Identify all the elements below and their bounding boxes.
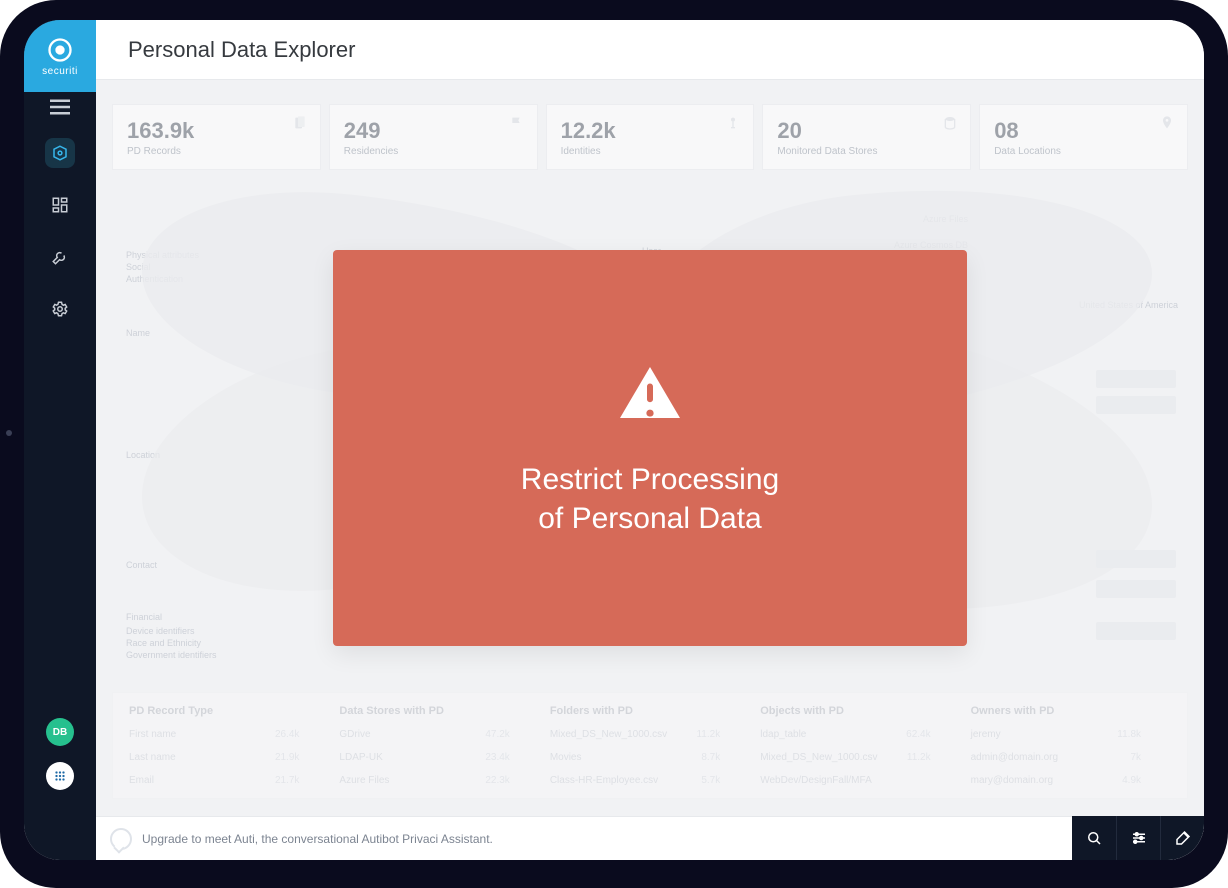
brand-name: securiti [42, 66, 78, 77]
table-row[interactable]: Last name21.9k LDAP-UK23.4k Movies8.7k M… [129, 752, 1171, 763]
page-title: Personal Data Explorer [128, 37, 355, 63]
user-avatar[interactable]: DB [46, 718, 74, 746]
chat-icon[interactable] [110, 828, 132, 850]
kpi-data-stores[interactable]: 20 Monitored Data Stores [762, 104, 971, 170]
database-icon [942, 115, 958, 136]
warning-icon [614, 358, 686, 435]
filters-button[interactable] [1116, 816, 1160, 860]
titlebar: Personal Data Explorer [96, 20, 1204, 80]
records-icon [292, 115, 308, 136]
kpi-data-locations[interactable]: 08 Data Locations [979, 104, 1188, 170]
kpi-identities[interactable]: 12.2k Identities [546, 104, 755, 170]
table-row[interactable]: First name26.4k GDrive47.2k Mixed_DS_New… [129, 729, 1171, 740]
nav-dashboard-icon[interactable] [45, 190, 75, 220]
modal-title: Restrict Processing of Personal Data [521, 461, 779, 538]
nav-explorer-icon[interactable] [45, 138, 75, 168]
kpi-row: 163.9k PD Records 249 Residencies 12.2k … [112, 104, 1188, 170]
device-home-indicator [6, 430, 12, 436]
search-button[interactable] [1072, 816, 1116, 860]
location-icon [1159, 115, 1175, 136]
assistant-bar: Upgrade to meet Auti, the conversational… [96, 816, 1204, 860]
nav-settings-icon[interactable] [45, 294, 75, 324]
flag-icon [509, 115, 525, 136]
build-button[interactable] [1160, 816, 1204, 860]
kpi-pd-records[interactable]: 163.9k PD Records [112, 104, 321, 170]
identity-icon [725, 115, 741, 136]
nav-tools-icon[interactable] [45, 242, 75, 272]
sidebar: securiti DB [24, 20, 96, 860]
table-row[interactable]: Email21.7k Azure Files22.3k Class-HR-Emp… [129, 775, 1171, 786]
apps-menu-icon[interactable] [46, 762, 74, 790]
kpi-residencies[interactable]: 249 Residencies [329, 104, 538, 170]
record-table: PD Record Type Data Stores with PD Folde… [112, 692, 1188, 799]
restrict-processing-modal[interactable]: Restrict Processing of Personal Data [333, 250, 967, 646]
assistant-text: Upgrade to meet Auti, the conversational… [142, 832, 493, 846]
hamburger-icon[interactable] [45, 92, 75, 122]
brand-logo[interactable]: securiti [24, 20, 96, 92]
